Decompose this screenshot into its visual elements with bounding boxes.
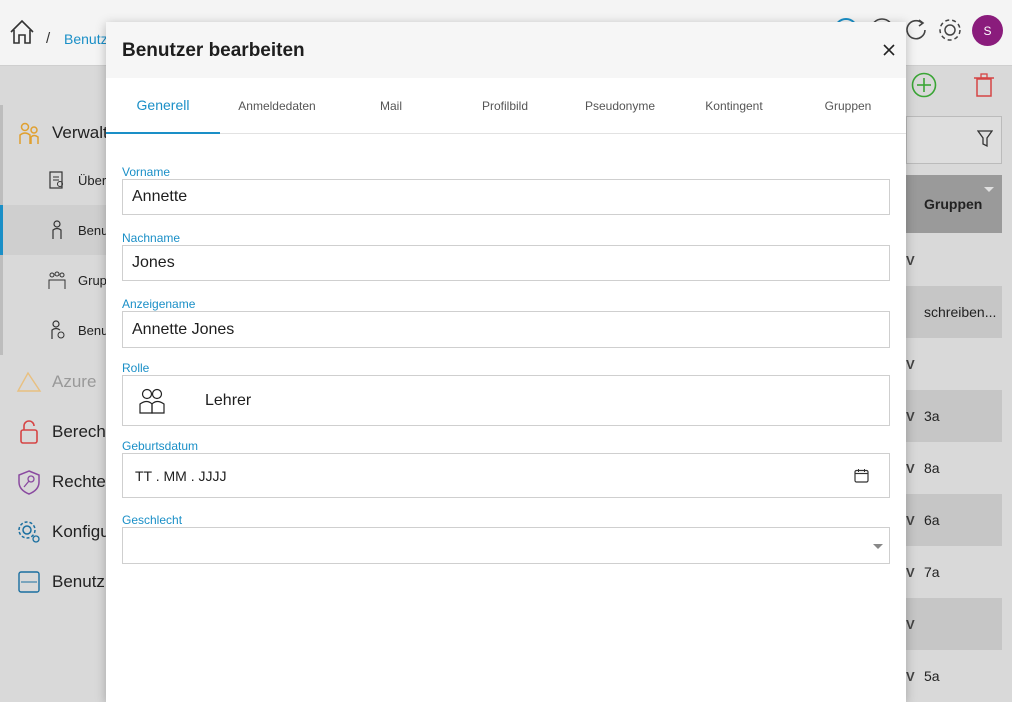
row-check: V xyxy=(906,252,915,268)
row-check: V xyxy=(906,564,915,580)
rolle-select[interactable]: Lehrer xyxy=(122,375,890,426)
table-row[interactable]: V 8a xyxy=(906,442,1002,494)
table-row[interactable]: schreiben... xyxy=(906,286,1002,338)
vorname-label: Vorname xyxy=(122,165,171,179)
sidebar-item-verwaltung[interactable]: Verwalt xyxy=(0,108,106,158)
filter-icon[interactable] xyxy=(977,130,993,148)
lock-icon xyxy=(20,420,38,444)
geburtsdatum-field[interactable]: TT . MM . JJJJ xyxy=(122,453,890,498)
row-check: V xyxy=(906,668,915,684)
tab-bar: Generell Anmeldedaten Mail Profilbild Ps… xyxy=(106,78,906,134)
row-text: 8a xyxy=(924,460,940,476)
row-text: 3a xyxy=(924,408,940,424)
sidebar-item-label: Benutz xyxy=(52,572,105,591)
sidebar-item-label: Rechtev xyxy=(52,472,106,491)
row-check: V xyxy=(906,356,915,372)
filter-box[interactable] xyxy=(906,116,1002,164)
group-icon xyxy=(48,271,66,289)
sidebar-item-azure[interactable]: Azure xyxy=(0,357,106,407)
rolle-label: Rolle xyxy=(122,361,150,375)
sidebar-item-uebersicht[interactable]: Über xyxy=(0,155,106,205)
table-row[interactable]: V 5a xyxy=(906,650,1002,702)
nachname-label: Nachname xyxy=(122,231,181,245)
users-group-icon xyxy=(19,122,39,144)
sidebar-item-label: Benu xyxy=(78,322,106,338)
gear-icon[interactable] xyxy=(936,16,964,44)
tab-mail[interactable]: Mail xyxy=(334,78,448,134)
sort-caret-icon[interactable] xyxy=(984,187,994,192)
column-header-gruppen[interactable]: Gruppen xyxy=(906,175,1002,233)
row-text: schreiben... xyxy=(924,304,997,320)
sidebar-item-label: Konfigu xyxy=(52,522,106,541)
tab-anmeldedaten[interactable]: Anmeldedaten xyxy=(220,78,334,134)
sidebar-item-konfiguration[interactable]: Konfigu xyxy=(0,507,106,557)
delete-icon[interactable] xyxy=(971,72,997,98)
table-row[interactable]: V xyxy=(906,598,1002,650)
edit-user-dialog: Benutzer bearbeiten Generell Anmeldedate… xyxy=(106,22,906,702)
refresh-icon[interactable] xyxy=(902,16,930,44)
user-avatar[interactable]: S xyxy=(972,15,1003,46)
anzeigename-label: Anzeigename xyxy=(122,297,196,311)
sidebar-item-label: Über xyxy=(78,172,106,188)
row-check: V xyxy=(906,408,915,424)
dialog-title: Benutzer bearbeiten xyxy=(122,40,305,61)
home-icon[interactable] xyxy=(8,18,36,46)
row-check: V xyxy=(906,512,915,528)
sidebar-item-benutzerlog[interactable]: Benutz xyxy=(0,557,106,607)
vorname-field[interactable]: Annette xyxy=(122,179,890,215)
table-row[interactable]: V xyxy=(906,338,1002,390)
sidebar-item-label: Azure xyxy=(52,372,97,391)
sidebar-item-label: Verwalt xyxy=(52,123,106,142)
chevron-down-icon[interactable] xyxy=(873,544,883,549)
table-row[interactable]: V 3a xyxy=(906,390,1002,442)
row-check: V xyxy=(906,616,915,632)
row-check: V xyxy=(906,460,915,476)
column-header-label: Gruppen xyxy=(924,196,983,212)
active-indicator xyxy=(0,205,3,255)
breadcrumb-separator: / xyxy=(46,30,51,47)
tab-profilbild[interactable]: Profilbild xyxy=(448,78,562,134)
row-text: 6a xyxy=(924,512,940,528)
row-text: 5a xyxy=(924,668,940,684)
sidebar-item-rechtevorlagen[interactable]: Rechtev xyxy=(0,457,106,507)
tab-pseudonyme[interactable]: Pseudonyme xyxy=(563,78,677,134)
sidebar-item-label: Berecht xyxy=(52,422,106,441)
close-icon[interactable] xyxy=(880,41,898,59)
anzeigename-field[interactable]: Annette Jones xyxy=(122,311,890,348)
tab-generell[interactable]: Generell xyxy=(106,78,220,134)
geburtsdatum-placeholder: TT . MM . JJJJ xyxy=(135,467,227,484)
shield-key-icon xyxy=(18,470,40,495)
tab-gruppen[interactable]: Gruppen xyxy=(791,78,905,134)
sidebar-item-gruppen[interactable]: Grup xyxy=(0,255,106,305)
table-row[interactable]: V xyxy=(906,234,1002,286)
log-icon xyxy=(18,571,40,593)
user-icon xyxy=(52,220,62,239)
nachname-field[interactable]: Jones xyxy=(122,245,890,281)
gear-users-icon xyxy=(18,521,40,543)
sidebar-item-benutzer-settings[interactable]: Benu xyxy=(0,305,106,355)
geschlecht-select[interactable] xyxy=(122,527,890,564)
table-row[interactable]: V 7a xyxy=(906,546,1002,598)
sidebar-item-label: Benu xyxy=(78,222,106,238)
teacher-icon xyxy=(139,388,165,414)
sidebar-item-benutzer[interactable]: Benu xyxy=(0,205,106,255)
rolle-value: Lehrer xyxy=(205,391,252,409)
geschlecht-label: Geschlecht xyxy=(122,513,183,527)
row-text: 7a xyxy=(924,564,940,580)
user-settings-icon xyxy=(51,320,65,339)
table-row[interactable]: V 6a xyxy=(906,494,1002,546)
overview-icon xyxy=(49,171,63,189)
sidebar-item-label: Grup xyxy=(78,272,106,288)
geburtsdatum-label: Geburtsdatum xyxy=(122,439,199,453)
azure-icon xyxy=(16,371,42,392)
add-icon[interactable] xyxy=(911,72,937,98)
tab-kontingent[interactable]: Kontingent xyxy=(677,78,791,134)
dialog-header: Benutzer bearbeiten xyxy=(106,22,906,78)
calendar-icon[interactable] xyxy=(854,468,869,483)
breadcrumb-current[interactable]: Benutz xyxy=(64,31,108,47)
sidebar-item-berechtigungen[interactable]: Berecht xyxy=(0,407,106,457)
